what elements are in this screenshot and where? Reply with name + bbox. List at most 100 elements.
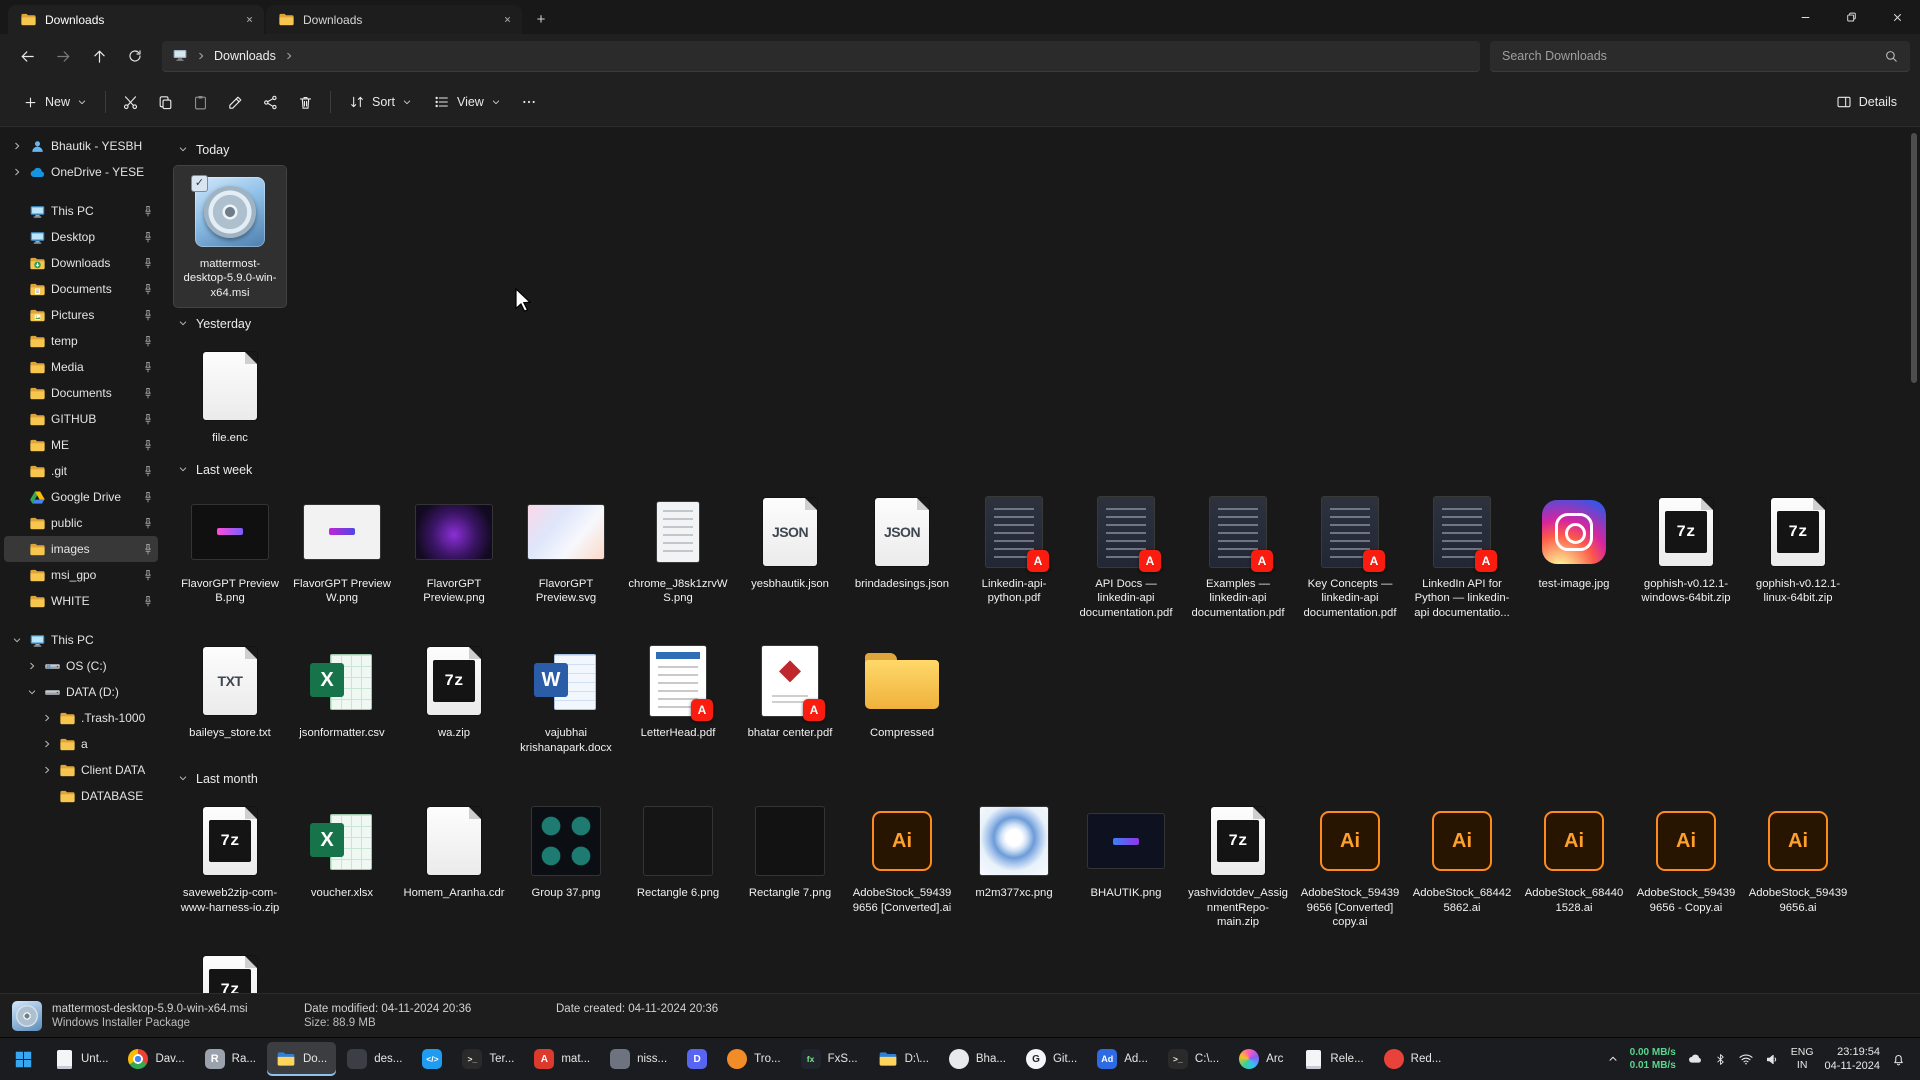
tab-close-icon[interactable] bbox=[498, 11, 516, 29]
sidebar-item-public[interactable]: public bbox=[4, 510, 158, 536]
file-tile-chrome-j8sk1zrvws-png[interactable]: chrome_J8sk1zrvWS.png bbox=[622, 486, 734, 613]
taskbar-app-dav[interactable]: Dav... bbox=[119, 1042, 193, 1076]
chevron-right-icon[interactable] bbox=[40, 713, 54, 723]
close-button[interactable] bbox=[1874, 0, 1920, 34]
sidebar-item-msi-gpo[interactable]: msi_gpo bbox=[4, 562, 158, 588]
language-indicator[interactable]: ENG IN bbox=[1791, 1046, 1814, 1072]
taskbar-app-fxs[interactable]: fxFxS... bbox=[792, 1042, 867, 1076]
tab-close-icon[interactable] bbox=[240, 11, 258, 29]
file-tile-adobestock-594399656-converted-copy-ai[interactable]: AiAdobeStock_594399656 [Converted] copy.… bbox=[1294, 795, 1406, 936]
explorer-tab[interactable]: Downloads bbox=[8, 5, 264, 34]
taskbar-app-niss[interactable]: niss... bbox=[601, 1042, 676, 1076]
taskbar-app-arc[interactable]: Arc bbox=[1230, 1042, 1292, 1076]
file-tile-yesbhautik-json[interactable]: JSONyesbhautik.json bbox=[734, 486, 846, 598]
sidebar-item-database[interactable]: DATABASE bbox=[4, 783, 158, 809]
paste-button[interactable] bbox=[183, 85, 218, 119]
volume-icon[interactable] bbox=[1765, 1052, 1780, 1067]
taskbar-app-unt[interactable]: Unt... bbox=[45, 1042, 117, 1076]
file-tile-compressed[interactable]: Compressed bbox=[846, 635, 958, 747]
sidebar-item-client-data[interactable]: Client DATA bbox=[4, 757, 158, 783]
taskbar-app-git[interactable]: GGit... bbox=[1017, 1042, 1086, 1076]
sidebar-item-documents[interactable]: Documents bbox=[4, 380, 158, 406]
group-header-last-week[interactable]: Last week bbox=[178, 458, 1912, 482]
taskbar-app-red[interactable]: Red... bbox=[1375, 1042, 1451, 1076]
file-tile-saveweb2zip-com-www-harness-io-zip[interactable]: 7zsaveweb2zip-com-www-harness-io.zip bbox=[174, 795, 286, 922]
chevron-right-icon[interactable] bbox=[10, 167, 24, 177]
file-tile-bhautik-png[interactable]: BHAUTIK.png bbox=[1070, 795, 1182, 907]
sidebar-item-white[interactable]: WHITE bbox=[4, 588, 158, 614]
file-tile-vajubhai-krishanapark-docx[interactable]: Wvajubhai krishanapark.docx bbox=[510, 635, 622, 762]
chevron-down-icon[interactable] bbox=[178, 463, 188, 477]
sidebar-item-bhautik-yesbh[interactable]: Bhautik - YESBH bbox=[4, 133, 158, 159]
back-button[interactable] bbox=[10, 40, 44, 72]
group-header-today[interactable]: Today bbox=[178, 138, 1912, 162]
file-tile-yashvidotdev-assignmentrepo-main-zip[interactable]: 7zyashvidotdev_AssignmentRepo-main.zip bbox=[1182, 795, 1294, 936]
start-button[interactable] bbox=[4, 1042, 43, 1076]
taskbar-app-mat[interactable]: Amat... bbox=[525, 1042, 599, 1076]
wifi-icon[interactable] bbox=[1738, 1051, 1754, 1067]
file-tile-linkedin-api-for-python-linkedin-api-documentatio[interactable]: ALinkedIn API for Python — linkedin-api … bbox=[1406, 486, 1518, 627]
sidebar-item-this-pc[interactable]: This PC bbox=[4, 627, 158, 653]
sidebar-item-desktop[interactable]: Desktop bbox=[4, 224, 158, 250]
rename-button[interactable] bbox=[218, 85, 253, 119]
more-options-button[interactable] bbox=[512, 85, 546, 119]
copy-button[interactable] bbox=[148, 85, 183, 119]
sidebar-item-os-c[interactable]: OS (C:) bbox=[4, 653, 158, 679]
sidebar-item-git[interactable]: .git bbox=[4, 458, 158, 484]
sidebar-item-this-pc[interactable]: This PC bbox=[4, 198, 158, 224]
file-tile-document-zip[interactable]: 7zDOCUMENT.zip bbox=[174, 944, 286, 993]
file-tile-flavorgpt-preview-b-png[interactable]: FlavorGPT Preview B.png bbox=[174, 486, 286, 613]
notification-bell-icon[interactable] bbox=[1891, 1052, 1906, 1067]
chevron-right-icon[interactable] bbox=[40, 739, 54, 749]
file-tile-rectangle-6-png[interactable]: Rectangle 6.png bbox=[622, 795, 734, 907]
file-tile-adobestock-684425862-ai[interactable]: AiAdobeStock_684425862.ai bbox=[1406, 795, 1518, 922]
details-pane-button[interactable]: Details bbox=[1825, 85, 1908, 119]
file-tile-baileys-store-txt[interactable]: TXTbaileys_store.txt bbox=[174, 635, 286, 747]
chevron-right-icon[interactable] bbox=[196, 51, 206, 61]
file-tile-flavorgpt-preview-svg[interactable]: FlavorGPT Preview.svg bbox=[510, 486, 622, 613]
address-bar[interactable]: Downloads bbox=[162, 41, 1480, 72]
sidebar-item-onedrive-yese[interactable]: OneDrive - YESE bbox=[4, 159, 158, 185]
group-header-yesterday[interactable]: Yesterday bbox=[178, 312, 1912, 336]
sidebar-item-data-d[interactable]: DATA (D:) bbox=[4, 679, 158, 705]
sidebar-item-images[interactable]: images bbox=[4, 536, 158, 562]
taskbar-app-ad[interactable]: AdAd... bbox=[1088, 1042, 1157, 1076]
network-speed-widget[interactable]: 0.00 MB/s 0.01 MB/s bbox=[1630, 1046, 1676, 1072]
sort-button[interactable]: Sort bbox=[338, 85, 423, 119]
taskbar-app-ra[interactable]: RRa... bbox=[196, 1042, 265, 1076]
file-tile-examples-linkedin-api-documentation-pdf[interactable]: AExamples — linkedin-api documentation.p… bbox=[1182, 486, 1294, 627]
sidebar-item-pictures[interactable]: Pictures bbox=[4, 302, 158, 328]
file-tile-group-37-png[interactable]: Group 37.png bbox=[510, 795, 622, 907]
sidebar-item-documents[interactable]: Documents bbox=[4, 276, 158, 302]
taskbar-app-vscode[interactable]: </> bbox=[413, 1042, 451, 1076]
file-tile-api-docs-linkedin-api-documentation-pdf[interactable]: AAPI Docs — linkedin-api documentation.p… bbox=[1070, 486, 1182, 627]
chevron-right-icon[interactable] bbox=[10, 141, 24, 151]
refresh-button[interactable] bbox=[118, 40, 152, 72]
file-tile-adobestock-684401528-ai[interactable]: AiAdobeStock_684401528.ai bbox=[1518, 795, 1630, 922]
up-button[interactable] bbox=[82, 40, 116, 72]
sidebar-item-me[interactable]: ME bbox=[4, 432, 158, 458]
view-button[interactable]: View bbox=[423, 85, 512, 119]
taskbar-app-des[interactable]: des... bbox=[338, 1042, 411, 1076]
sidebar-item-a[interactable]: a bbox=[4, 731, 158, 757]
chevron-right-icon[interactable] bbox=[40, 765, 54, 775]
sidebar-item-github[interactable]: GITHUB bbox=[4, 406, 158, 432]
taskbar-app-tro[interactable]: Tro... bbox=[718, 1042, 789, 1076]
onedrive-cloud-icon[interactable] bbox=[1687, 1051, 1703, 1067]
bluetooth-icon[interactable] bbox=[1714, 1053, 1727, 1066]
file-tile-test-image-jpg[interactable]: test-image.jpg bbox=[1518, 486, 1630, 598]
minimize-button[interactable] bbox=[1782, 0, 1828, 34]
taskbar-app-do[interactable]: Do... bbox=[267, 1042, 336, 1076]
explorer-tab[interactable]: Downloads bbox=[266, 5, 522, 34]
file-tile-gophish-v0-12-1-linux-64bit-zip[interactable]: 7zgophish-v0.12.1-linux-64bit.zip bbox=[1742, 486, 1854, 613]
search-box[interactable]: Search Downloads bbox=[1490, 41, 1910, 72]
sidebar-item-temp[interactable]: temp bbox=[4, 328, 158, 354]
cut-button[interactable] bbox=[113, 85, 148, 119]
file-tile-key-concepts-linkedin-api-documentation-pdf[interactable]: AKey Concepts — linkedin-api documentati… bbox=[1294, 486, 1406, 627]
chevron-down-icon[interactable] bbox=[10, 635, 24, 645]
sidebar-item-google-drive[interactable]: Google Drive bbox=[4, 484, 158, 510]
delete-button[interactable] bbox=[288, 85, 323, 119]
chevron-right-icon[interactable] bbox=[284, 51, 294, 61]
chevron-right-icon[interactable] bbox=[25, 661, 39, 671]
chevron-down-icon[interactable] bbox=[25, 687, 39, 697]
